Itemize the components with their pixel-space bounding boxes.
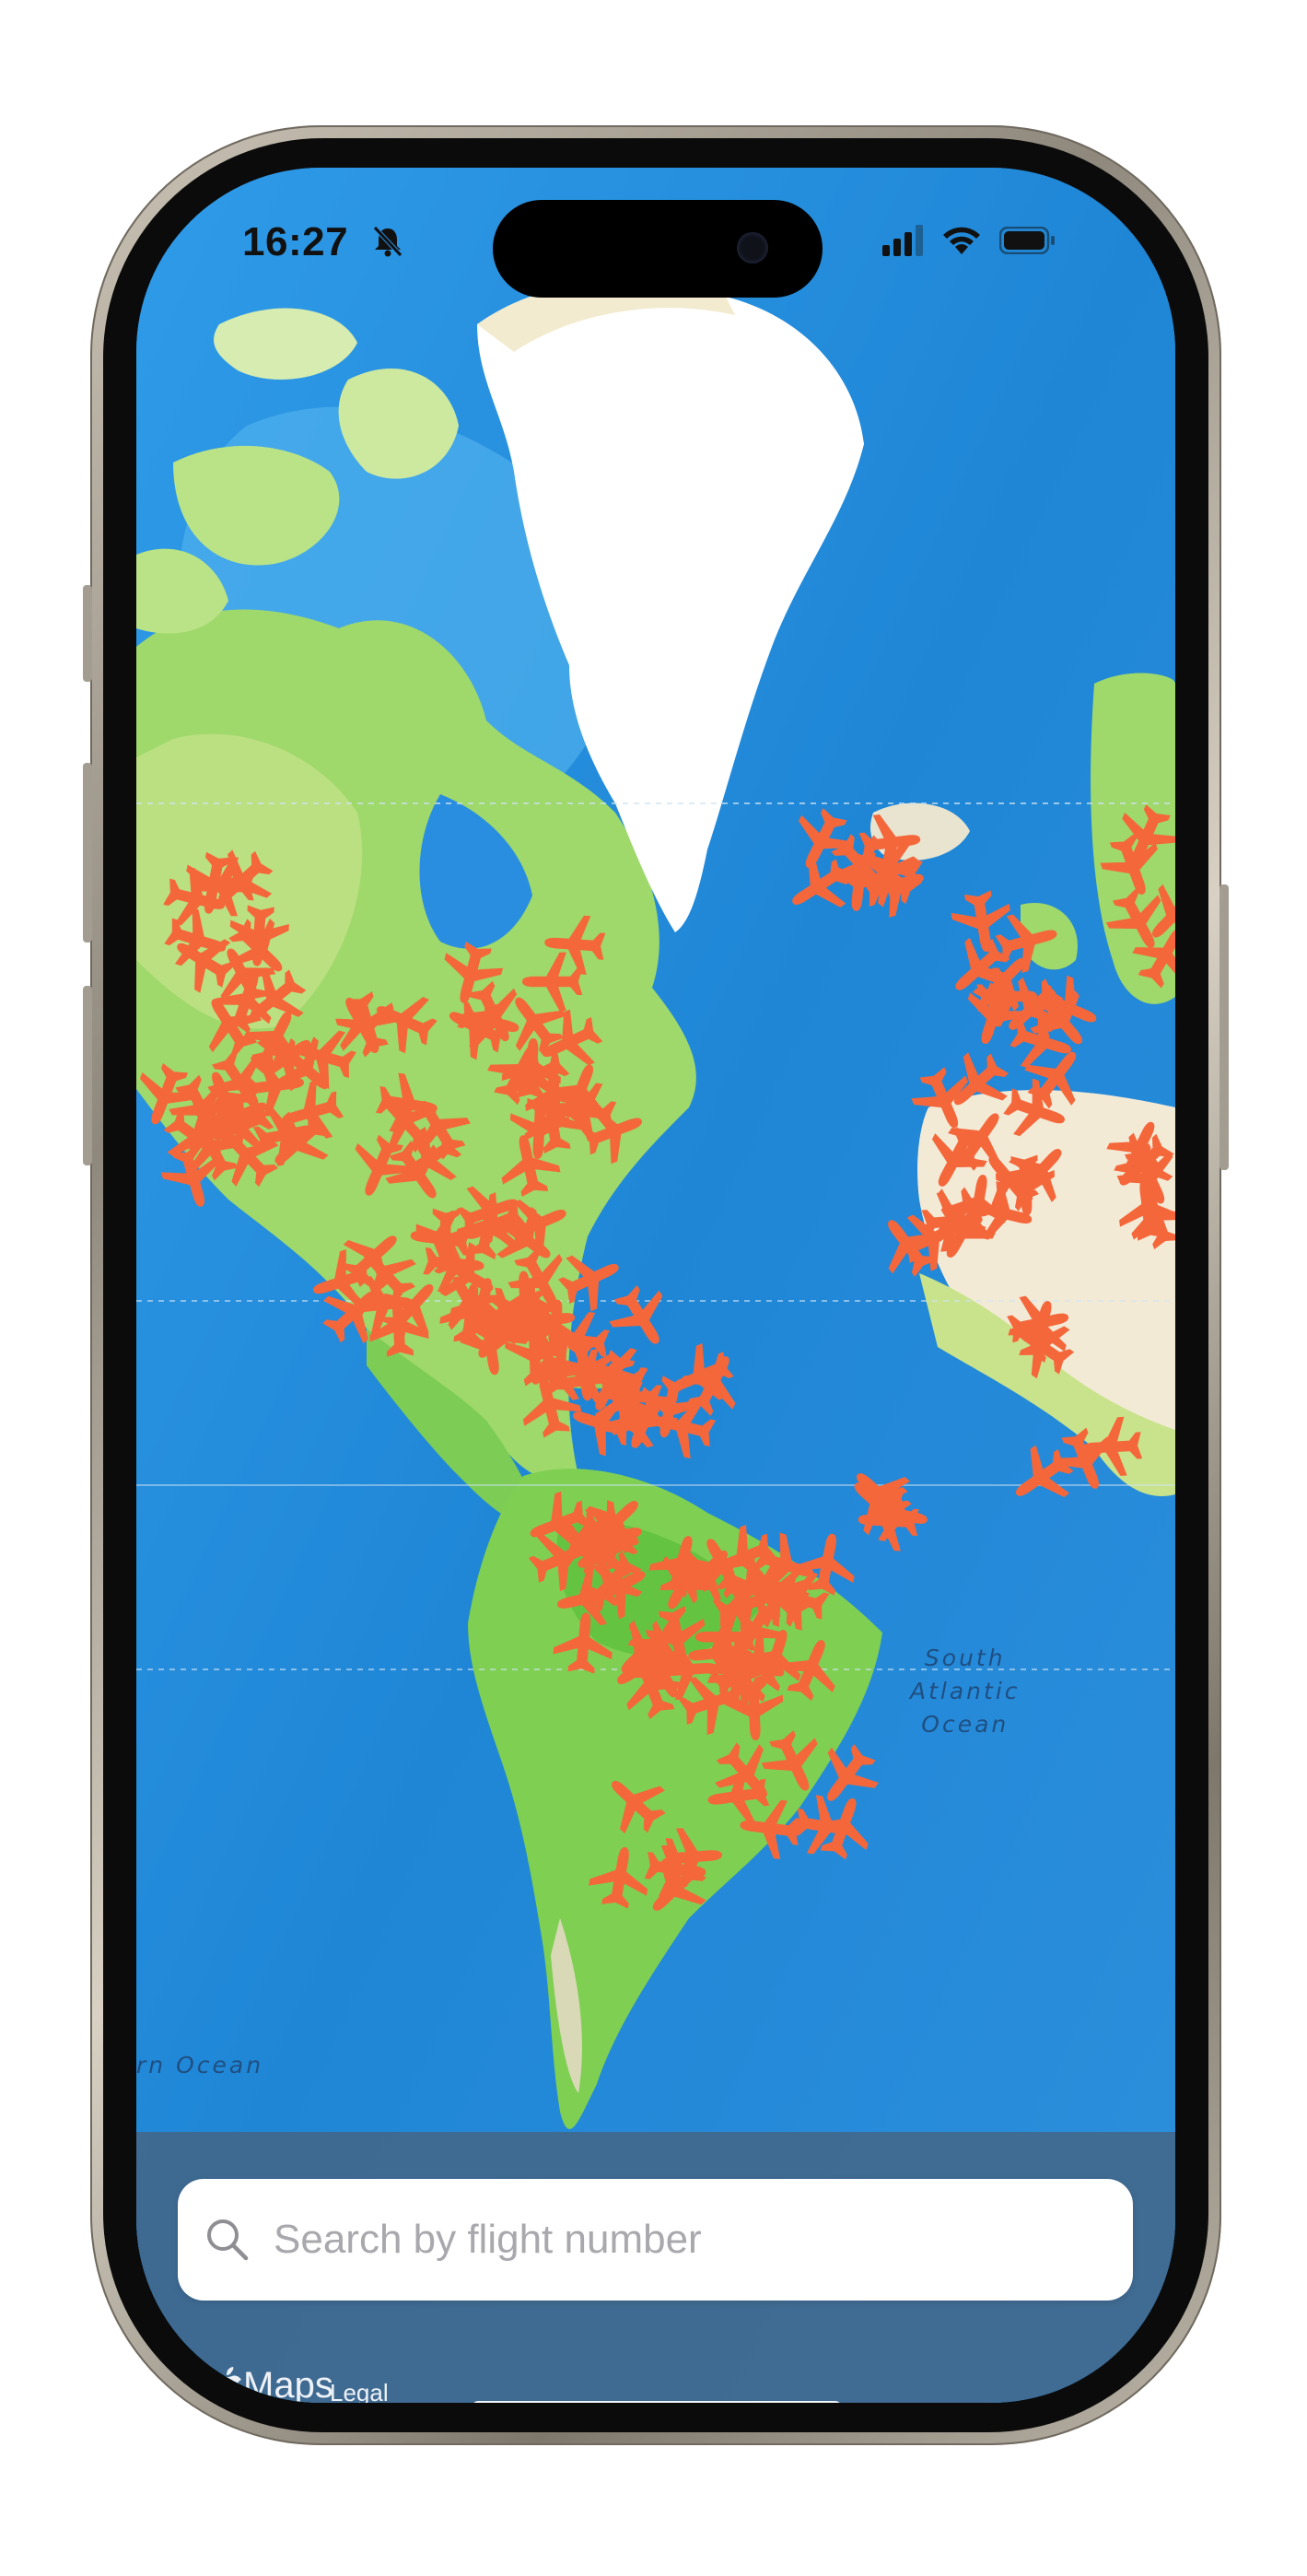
battery-icon (999, 227, 1055, 254)
bell-slash-icon (373, 226, 403, 257)
ocean-label-pacific: rn Ocean (136, 2052, 264, 2078)
flight-map[interactable] (136, 168, 1175, 2403)
magnifier-icon (207, 2219, 249, 2261)
maps-label: Maps (243, 2365, 333, 2403)
apple-logo-icon (212, 2366, 241, 2403)
app-screen: South Atlantic Ocean rn Ocean 16:27 Sear… (136, 168, 1175, 2403)
legal-link[interactable]: Legal (330, 2379, 389, 2403)
search-input[interactable] (272, 2216, 1031, 2264)
volume-down-button (83, 986, 92, 1165)
ocean-label-line: South (924, 1645, 1006, 1671)
home-indicator[interactable] (473, 2401, 841, 2403)
wifi-icon (943, 227, 980, 254)
ocean-label-line: Ocean (921, 1711, 1009, 1738)
power-button (1219, 884, 1229, 1170)
dynamic-island (493, 200, 823, 298)
status-time: 16:27 (242, 219, 349, 264)
action-button (83, 585, 92, 682)
maps-attribution[interactable]: Maps (210, 2365, 333, 2403)
ocean-label-south-atlantic: South Atlantic Ocean (910, 1642, 1021, 1741)
camera-lens-icon (737, 232, 768, 263)
ocean-label-line: Atlantic (910, 1678, 1021, 1704)
search-bar[interactable] (178, 2179, 1133, 2301)
cellular-signal-icon (882, 225, 923, 256)
volume-up-button (83, 763, 92, 943)
